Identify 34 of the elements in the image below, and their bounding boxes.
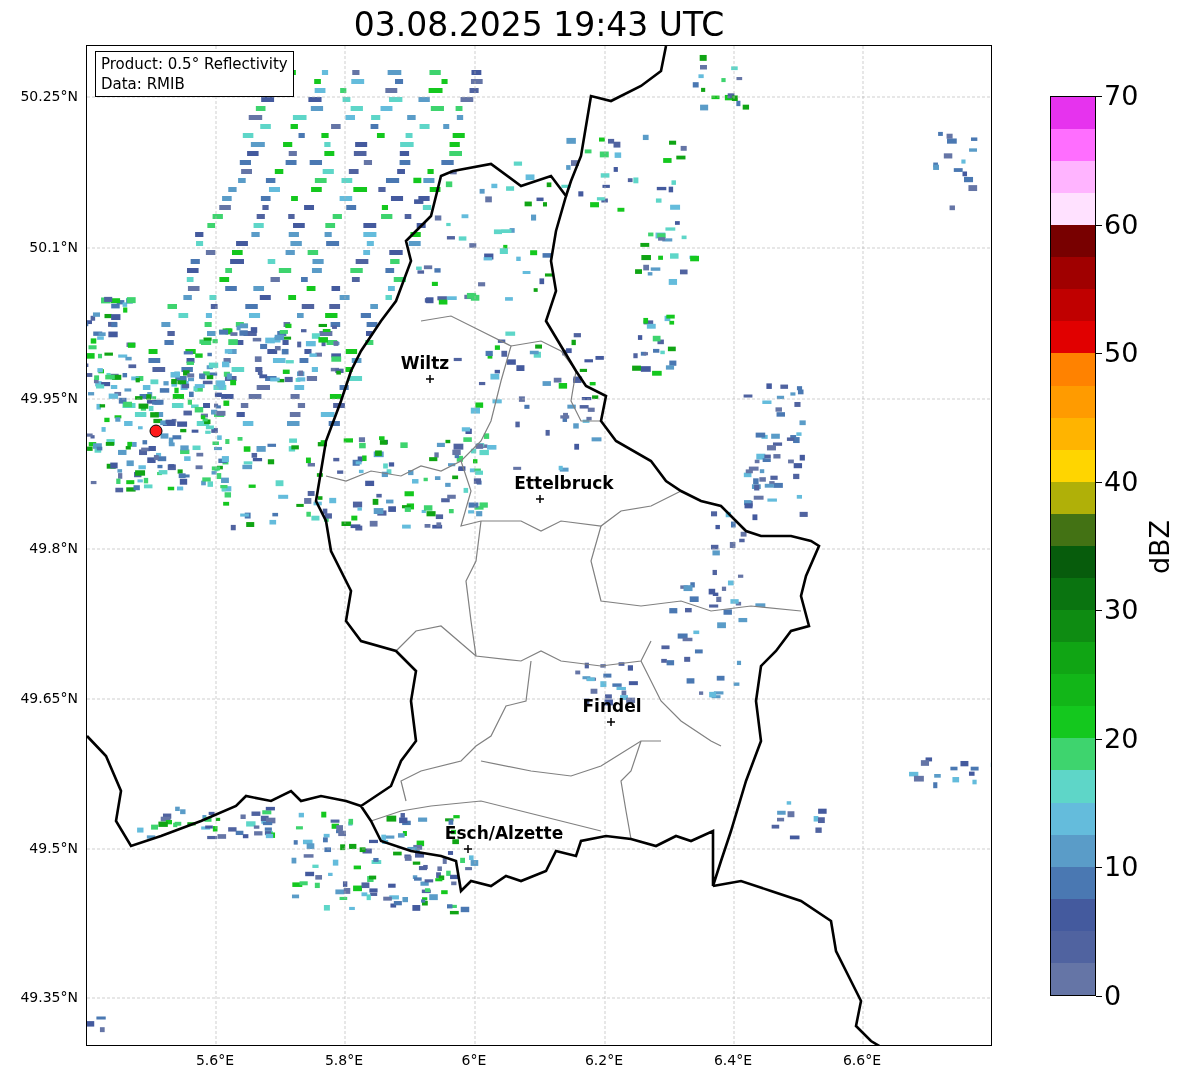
colorbar-tick-label: 40 (1104, 465, 1139, 498)
info-text: Data: RMIB (101, 74, 186, 94)
city-marker-icon (535, 494, 545, 504)
y-axis-label: 50.1°N (29, 238, 78, 256)
x-axis-label: 5.8°E (324, 1051, 364, 1069)
colorbar-tick-label: 50 (1104, 337, 1139, 370)
city-marker-icon (463, 844, 473, 854)
city-label: Wiltz (400, 353, 450, 373)
y-axis-label: 49.65°N (20, 689, 78, 707)
y-axis-label: 49.8°N (29, 539, 78, 557)
x-axis-label: 6.4°E (713, 1051, 753, 1069)
city-label: Findel (582, 696, 642, 716)
chart-title: 03.08.2025 19:43 UTC (352, 5, 726, 45)
city-marker-icon (425, 374, 435, 384)
colorbar-tick-label: 70 (1104, 80, 1139, 112)
colorbar-label: dBZ (1143, 518, 1176, 577)
y-axis-label: 49.5°N (29, 839, 78, 857)
y-axis-label: 49.35°N (20, 988, 78, 1006)
colorbar-tick-label: 60 (1104, 208, 1139, 241)
info-text: Product: 0.5° Reflectivity (101, 54, 288, 74)
y-axis-label: 50.25°N (20, 87, 78, 105)
colorbar-tick-label: 10 (1104, 851, 1139, 884)
city-marker-icon (606, 717, 616, 727)
city-label: Ettelbruck (514, 473, 614, 493)
colorbar-tick-label: 20 (1104, 722, 1139, 755)
x-axis-label: 6°E (461, 1051, 487, 1069)
colorbar-tick-label: 0 (1104, 980, 1122, 1012)
city-label: Esch/Alzette (444, 823, 564, 843)
colorbar-tick-label: 30 (1104, 594, 1139, 627)
x-axis-label: 5.6°E (195, 1051, 235, 1069)
y-axis-label: 49.95°N (20, 389, 78, 407)
radar-site-marker (149, 424, 163, 438)
x-axis-label: 6.2°E (584, 1051, 624, 1069)
x-axis-label: 6.6°E (842, 1051, 882, 1069)
